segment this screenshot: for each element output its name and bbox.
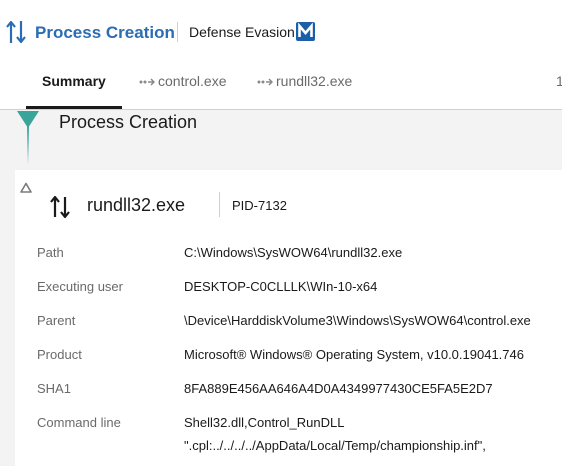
section-marker-icon [17, 111, 39, 165]
process-pid: PID-7132 [232, 198, 287, 213]
process-name: rundll32.exe [87, 195, 186, 215]
command-line-label: Command line [37, 415, 121, 430]
process-arrows-icon [50, 195, 70, 219]
tab-summary[interactable]: Summary [42, 73, 106, 89]
sha1-value: 8FA889E456AA646A4D0A4349977430CE5FA5E2D7 [184, 381, 493, 396]
command-line-value: Shell32.dll,Control_RunDLL [184, 415, 345, 430]
tab-bar: Summary control.exe rundll32.exe 1 [0, 60, 562, 110]
process-divider [219, 192, 220, 217]
parent-value: \Device\HarddiskVolume3\Windows\SysWOW64… [184, 313, 531, 328]
header-bar: Process Creation Defense Evasion [0, 0, 562, 60]
command-line-value-continued: ".cpl:../../../../AppData/Local/Temp/cha… [184, 438, 486, 453]
sha1-label: SHA1 [37, 381, 71, 396]
executing-user-label: Executing user [37, 279, 123, 294]
process-card: rundll32.exe PID-7132 Path C:\Windows\Sy… [15, 170, 562, 466]
header-divider [177, 22, 178, 42]
product-value: Microsoft® Windows® Operating System, v1… [184, 347, 524, 362]
page-title: Process Creation [35, 23, 175, 42]
collapse-triangle-icon[interactable] [20, 182, 32, 193]
tab-rundll-label: rundll32.exe [276, 73, 353, 89]
section-title: Process Creation [59, 112, 198, 132]
process-chain-icon [139, 78, 155, 86]
tab-control-exe[interactable]: control.exe [139, 73, 226, 89]
executing-user-value: DESKTOP-C0CLLLK\WIn-10-x64 [184, 279, 378, 294]
tactic-label: Defense Evasion [189, 24, 295, 40]
tab-more[interactable]: 1 [556, 73, 562, 89]
parent-label: Parent [37, 313, 76, 328]
path-label: Path [37, 245, 64, 260]
product-label: Product [37, 347, 82, 362]
tab-summary-label: Summary [42, 73, 106, 89]
path-value: C:\Windows\SysWOW64\rundll32.exe [184, 245, 403, 260]
process-arrows-icon [6, 20, 26, 44]
process-chain-icon [257, 78, 273, 86]
active-tab-indicator [26, 106, 122, 109]
tab-rundll32-exe[interactable]: rundll32.exe [257, 73, 352, 89]
tab-control-label: control.exe [158, 73, 227, 89]
mitre-logo-icon[interactable] [296, 22, 315, 41]
